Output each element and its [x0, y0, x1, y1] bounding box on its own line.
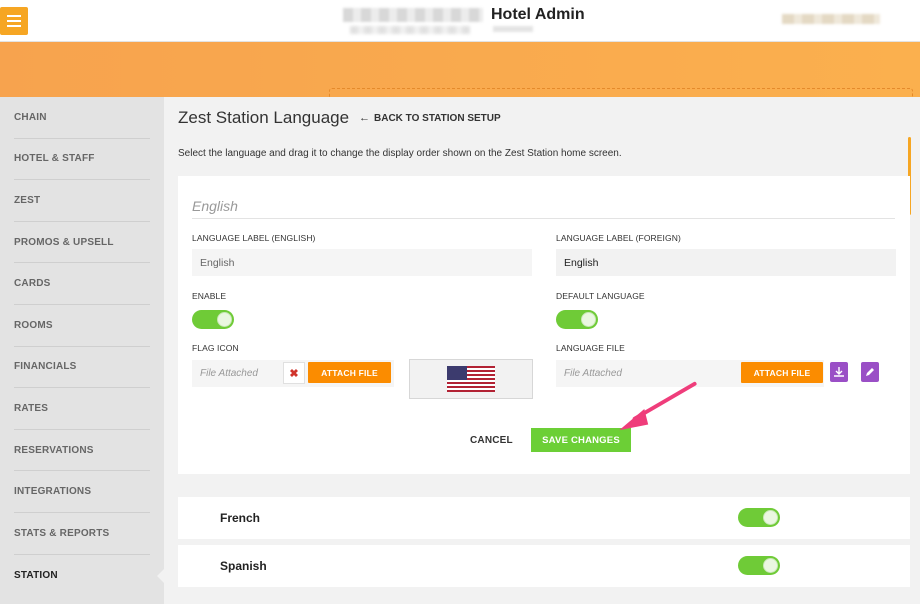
- sidebar-item-hotel-staff[interactable]: HOTEL & STAFF: [14, 139, 150, 181]
- sidebar-item-rooms[interactable]: ROOMS: [14, 305, 150, 347]
- sidebar-item-promos-upsell[interactable]: PROMOS & UPSELL: [14, 222, 150, 264]
- sidebar-item-zest[interactable]: ZEST: [14, 180, 150, 222]
- sidebar-item-chain[interactable]: CHAIN: [14, 97, 150, 139]
- toggle-knob: [581, 312, 596, 327]
- annotation-arrow-icon: [619, 381, 697, 431]
- redacted-user-info[interactable]: [782, 14, 880, 24]
- list-item-language-french[interactable]: French: [178, 497, 910, 539]
- french-enable-toggle[interactable]: [738, 508, 780, 527]
- attach-language-file-button[interactable]: ATTACH FILE: [741, 362, 823, 383]
- flag-icon-label: FLAG ICON: [192, 343, 239, 353]
- enable-label: ENABLE: [192, 291, 227, 301]
- language-heading: English: [192, 198, 238, 214]
- sidebar-item-rates[interactable]: RATES: [14, 388, 150, 430]
- sidebar-item-cards[interactable]: CARDS: [14, 263, 150, 305]
- default-language-label: DEFAULT LANGUAGE: [556, 291, 645, 301]
- quick-menu-band: Drop up to 8 dashboard icons here for yo…: [0, 42, 920, 132]
- page-title: Zest Station Language: [178, 108, 350, 127]
- sidebar-item-stats-reports[interactable]: STATS & REPORTS: [14, 513, 150, 555]
- main-content: Zest Station Language ← BACK TO STATION …: [164, 97, 920, 604]
- attach-flag-button[interactable]: ATTACH FILE: [308, 362, 391, 383]
- flag-preview: [409, 359, 533, 399]
- redacted-hotel-subtitle: [350, 26, 470, 34]
- toggle-knob: [217, 312, 232, 327]
- language-name: French: [220, 511, 261, 525]
- arrow-left-icon: ←: [359, 112, 370, 124]
- sidebar-item-financials[interactable]: FINANCIALS: [14, 347, 150, 389]
- edit-icon[interactable]: [861, 362, 879, 382]
- language-name: Spanish: [220, 559, 267, 573]
- language-label-foreign-label: LANGUAGE LABEL (FOREIGN): [556, 233, 681, 243]
- language-label-foreign-input[interactable]: English: [556, 249, 896, 276]
- app-title: Hotel Admin: [491, 6, 585, 23]
- sidebar: CHAIN HOTEL & STAFF ZEST PROMOS & UPSELL…: [0, 97, 164, 604]
- download-icon[interactable]: [830, 362, 848, 382]
- sidebar-item-integrations[interactable]: INTEGRATIONS: [14, 471, 150, 513]
- top-bar: Hotel Admin: [0, 0, 920, 42]
- toggle-knob: [763, 558, 778, 573]
- default-language-toggle[interactable]: [556, 310, 598, 329]
- language-label-english-label: LANGUAGE LABEL (ENGLISH): [192, 233, 316, 243]
- list-item-language-spanish[interactable]: Spanish: [178, 545, 910, 587]
- heading-divider: [192, 218, 895, 219]
- intro-text: Select the language and drag it to chang…: [178, 148, 622, 159]
- us-flag-icon: [447, 366, 495, 392]
- back-link-label: BACK TO STATION SETUP: [374, 112, 501, 124]
- language-label-english-input[interactable]: English: [192, 249, 532, 276]
- sidebar-item-reservations[interactable]: RESERVATIONS: [14, 430, 150, 472]
- language-file-label: LANGUAGE FILE: [556, 343, 625, 353]
- spanish-enable-toggle[interactable]: [738, 556, 780, 575]
- remove-flag-icon[interactable]: ✖: [283, 362, 305, 384]
- toggle-knob: [763, 510, 778, 525]
- enable-toggle[interactable]: [192, 310, 234, 329]
- hamburger-menu-icon[interactable]: [0, 7, 28, 35]
- redacted-hotel-name: [343, 8, 483, 22]
- back-to-station-setup-link[interactable]: ← BACK TO STATION SETUP: [359, 112, 501, 124]
- cancel-button[interactable]: CANCEL: [470, 435, 513, 446]
- redacted-subtitle: [493, 26, 533, 32]
- sidebar-item-station[interactable]: STATION: [14, 555, 150, 597]
